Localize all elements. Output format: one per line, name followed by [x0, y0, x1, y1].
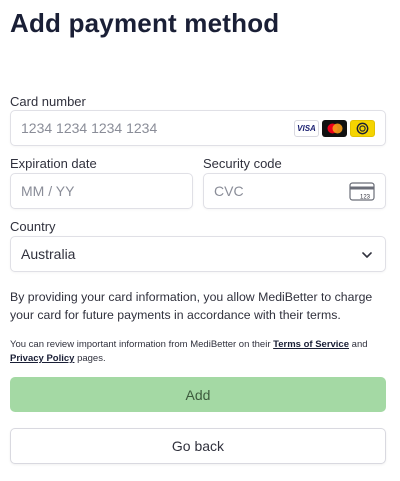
- legal-notice: You can review important information fro…: [10, 338, 395, 366]
- legal-prefix: You can review important information fro…: [10, 339, 274, 350]
- country-select[interactable]: Australia: [10, 236, 386, 272]
- card-number-field[interactable]: VISA: [10, 110, 386, 146]
- jcb-icon: [350, 120, 375, 137]
- security-code-field[interactable]: 123: [203, 173, 386, 209]
- cvc-icon-text: 123: [360, 195, 371, 201]
- legal-suffix: pages.: [74, 353, 106, 364]
- card-number-input[interactable]: [21, 111, 283, 145]
- privacy-policy-link[interactable]: Privacy Policy: [10, 353, 74, 364]
- terms-of-service-link[interactable]: Terms of Service: [273, 339, 349, 350]
- security-code-label: Security code: [203, 156, 282, 171]
- payment-disclaimer: By providing your card information, you …: [10, 290, 373, 322]
- chevron-down-icon: [362, 252, 372, 258]
- expiration-input[interactable]: [21, 174, 148, 208]
- page-title: Add payment method: [10, 8, 280, 38]
- visa-icon: VISA: [294, 120, 319, 137]
- go-back-button[interactable]: Go back: [10, 428, 386, 464]
- card-brand-logos: VISA: [294, 120, 375, 137]
- security-code-input[interactable]: [214, 174, 341, 208]
- country-label: Country: [10, 219, 56, 234]
- card-number-label: Card number: [10, 94, 86, 109]
- add-button[interactable]: Add: [10, 377, 386, 412]
- legal-middle: and: [349, 339, 368, 350]
- country-value: Australia: [21, 246, 76, 262]
- expiration-field[interactable]: [10, 173, 193, 209]
- cvc-card-icon: 123: [349, 182, 375, 201]
- expiration-label: Expiration date: [10, 156, 97, 171]
- mastercard-icon: [322, 120, 347, 137]
